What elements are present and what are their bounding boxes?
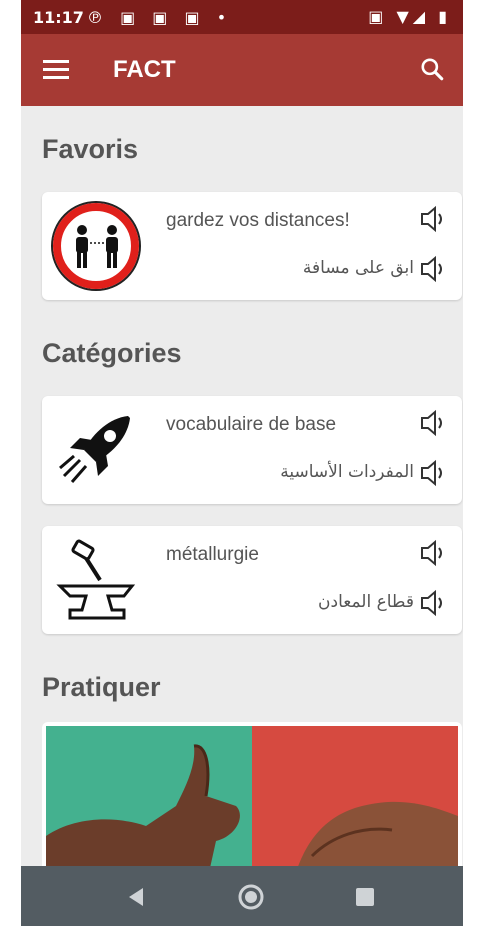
speaker-icon[interactable] — [418, 458, 450, 488]
menu-icon[interactable] — [43, 60, 69, 80]
notification-icons: ℗ ▣ ▣ ▣ • — [87, 8, 233, 27]
favorite-french-text: gardez vos distances! — [166, 210, 350, 231]
rocket-icon — [59, 416, 130, 483]
categories-title: Catégories — [42, 338, 182, 368]
search-icon[interactable] — [419, 56, 445, 82]
app-frame: 11:17 ℗ ▣ ▣ ▣ • ▣ ▼◢ ▮ FACT Favoris gard… — [21, 0, 463, 926]
speaker-icon[interactable] — [418, 588, 450, 618]
back-icon[interactable] — [125, 886, 145, 908]
category-arabic-text: المفردات الأساسية — [280, 462, 414, 482]
category-card-metallurgy[interactable]: métallurgie قطاع المعادن — [42, 526, 462, 634]
practice-card[interactable] — [42, 722, 462, 882]
speaker-icon[interactable] — [418, 254, 450, 284]
category-french-text: métallurgie — [166, 544, 259, 565]
home-icon[interactable] — [237, 883, 265, 911]
speaker-icon[interactable] — [418, 538, 450, 568]
favorite-arabic-text: ابق على مسافة — [302, 258, 414, 278]
thumbs-up-image — [46, 726, 252, 882]
favorite-card[interactable]: gardez vos distances! ابق على مسافة — [42, 192, 462, 300]
system-nav-bar — [21, 866, 463, 926]
speaker-icon[interactable] — [418, 204, 450, 234]
practice-title: Pratiquer — [42, 672, 161, 702]
app-bar: FACT — [21, 34, 463, 106]
favorites-title: Favoris — [42, 134, 139, 164]
thumbs-down-image — [252, 726, 458, 882]
anvil-hammer-icon — [56, 539, 136, 620]
status-bar: 11:17 ℗ ▣ ▣ ▣ • ▣ ▼◢ ▮ — [21, 0, 463, 34]
recents-icon[interactable] — [356, 888, 374, 906]
system-icons: ▣ ▼◢ ▮ — [368, 7, 451, 26]
speaker-icon[interactable] — [418, 408, 450, 438]
category-card-basic-vocabulary[interactable]: vocabulaire de base المفردات الأساسية — [42, 396, 462, 504]
category-arabic-text: قطاع المعادن — [318, 592, 414, 612]
keep-distance-sign-icon — [51, 201, 141, 291]
status-time: 11:17 — [33, 8, 84, 27]
app-title: FACT — [113, 56, 176, 83]
category-french-text: vocabulaire de base — [166, 414, 337, 435]
